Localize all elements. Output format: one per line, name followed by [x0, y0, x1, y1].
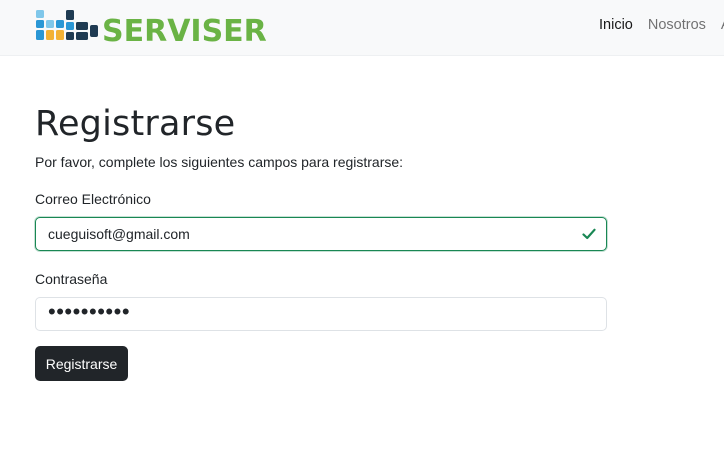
password-value: •••••••••• — [48, 299, 131, 324]
nav-links: Inicio Nosotros A — [599, 17, 724, 33]
password-field[interactable]: •••••••••• — [35, 297, 607, 331]
register-button[interactable]: Registrarse — [35, 346, 128, 381]
navbar: SERVISER Inicio Nosotros A — [0, 0, 724, 56]
page-title: Registrarse — [35, 104, 236, 144]
nav-link-inicio[interactable]: Inicio — [599, 17, 633, 33]
password-label: Contraseña — [35, 271, 108, 287]
email-field[interactable]: cueguisoft@gmail.com — [35, 217, 607, 251]
email-label: Correo Electrónico — [35, 191, 151, 207]
email-value: cueguisoft@gmail.com — [48, 226, 190, 242]
block-letters-logo-icon — [36, 10, 98, 40]
checkmark-icon — [582, 228, 596, 240]
form-intro: Por favor, complete los siguientes campo… — [35, 154, 404, 170]
brand-logo[interactable]: SERVISER — [34, 6, 274, 46]
brand-name: SERVISER — [102, 14, 267, 46]
nav-link-nosotros[interactable]: Nosotros — [648, 17, 706, 33]
register-form: Registrarse Por favor, complete los sigu… — [35, 100, 607, 381]
